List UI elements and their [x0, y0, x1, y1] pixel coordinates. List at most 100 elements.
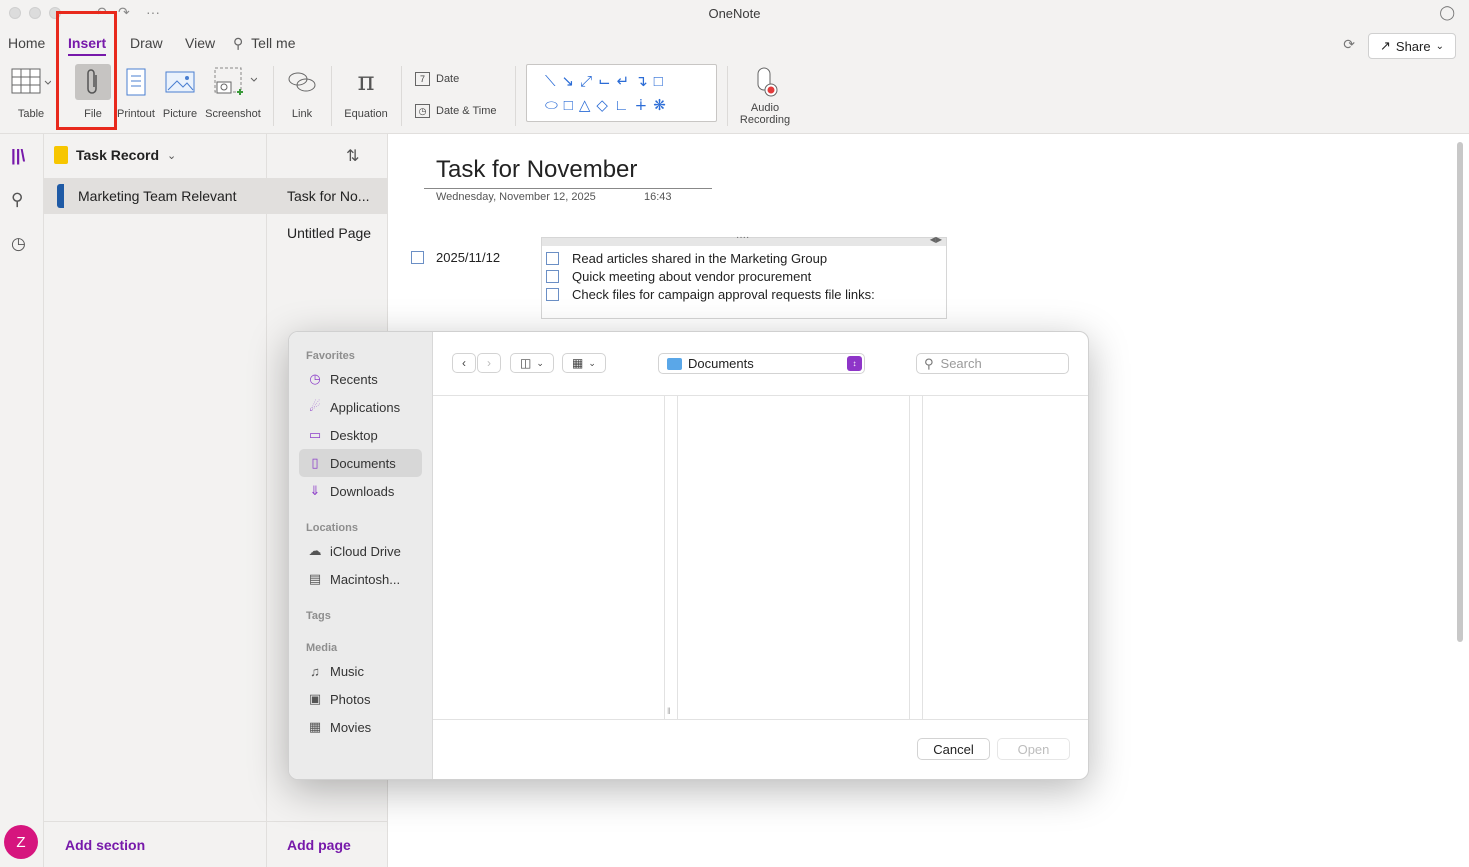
sidebar-item-applications[interactable]: ☄ Applications — [299, 393, 422, 421]
link-icon — [287, 64, 317, 100]
sidebar-item-documents[interactable]: ▯ Documents — [299, 449, 422, 477]
camera-icon: ▣ — [308, 691, 322, 706]
chevron-down-icon: ⌄ — [536, 357, 544, 368]
resize-arrows-icon[interactable]: ◀▶ — [930, 235, 942, 244]
todo-text[interactable]: Quick meeting about vendor procurement — [572, 269, 811, 284]
todo-checkbox[interactable] — [546, 288, 559, 301]
title-underline — [424, 188, 712, 189]
folder-icon — [667, 357, 682, 370]
view-mode-button[interactable]: ◫ ⌄ — [510, 353, 554, 373]
page-item[interactable]: Task for No... — [267, 178, 387, 214]
search-input[interactable]: ⚲ Search — [916, 353, 1069, 374]
sidebar-item-photos[interactable]: ▣ Photos — [299, 685, 422, 713]
search-placeholder: Search — [940, 356, 982, 371]
note-container[interactable]: ···· ◀▶ Read articles shared in the Mark… — [541, 232, 947, 319]
shapes-gallery[interactable]: ⟍↘⤢⌙↵↴□ ⬭□△◇∟∔❋ — [526, 64, 717, 122]
line-shapes-row[interactable]: ⟍↘⤢⌙↵↴□ — [545, 72, 669, 90]
sidebar-item-label: Recents — [330, 371, 378, 387]
file-open-dialog: Favorites ◷ Recents ☄ Applications ▭ Des… — [288, 331, 1089, 780]
media-heading: Media — [306, 642, 338, 654]
sidebar-item-label: Music — [330, 663, 364, 679]
share-icon: ↗ — [1380, 38, 1391, 53]
up-down-arrows-icon: ↕ — [847, 356, 862, 371]
search-icon[interactable]: ⚲ — [11, 190, 23, 210]
page-item[interactable]: Untitled Page — [267, 215, 387, 251]
tab-view[interactable]: View — [185, 35, 215, 51]
tell-me-button[interactable]: ⚲ Tell me — [233, 35, 296, 52]
todo-item[interactable]: Quick meeting about vendor procurement — [546, 269, 811, 284]
add-section-button[interactable]: Add section — [65, 837, 145, 853]
columns-icon: ◫ — [520, 356, 532, 370]
share-button[interactable]: ↗ Share ⌄ — [1368, 33, 1456, 59]
cancel-button[interactable]: Cancel — [917, 738, 990, 760]
printout-button[interactable]: Printout — [115, 64, 157, 120]
table-button[interactable]: Table — [10, 64, 52, 120]
sync-icon[interactable]: ⟳ — [1343, 36, 1355, 53]
forward-button[interactable]: › — [477, 353, 501, 373]
equation-label: Equation — [344, 108, 388, 120]
todo-checkbox[interactable] — [411, 251, 424, 264]
sidebar-item-macintosh[interactable]: ▤ Macintosh... — [299, 565, 422, 593]
todo-item[interactable]: Check files for campaign approval reques… — [546, 287, 875, 302]
date-time-button[interactable]: ◷ Date & Time — [415, 104, 497, 118]
sections-pane: Task Record ⌄ Marketing Team Relevant Ad… — [44, 134, 267, 867]
sidebar-item-movies[interactable]: ▦ Movies — [299, 713, 422, 741]
todo-item[interactable]: Read articles shared in the Marketing Gr… — [546, 251, 827, 266]
sidebar-item-icloud-drive[interactable]: ☁ iCloud Drive — [299, 537, 422, 565]
tab-draw[interactable]: Draw — [130, 35, 163, 51]
calendar-icon: 7 — [415, 72, 430, 86]
column-divider[interactable] — [909, 396, 910, 719]
sidebar-item-label: Photos — [330, 691, 371, 707]
sidebar-item-desktop[interactable]: ▭ Desktop — [299, 421, 422, 449]
todo-text[interactable]: Check files for campaign approval reques… — [572, 287, 875, 302]
column-divider[interactable] — [677, 396, 678, 719]
favorites-heading: Favorites — [306, 350, 355, 362]
canvas-scrollbar[interactable] — [1457, 142, 1463, 642]
location-selector[interactable]: Documents ↕ — [658, 353, 865, 374]
date-button[interactable]: 7 Date — [415, 72, 459, 86]
container-handle[interactable]: ···· ◀▶ — [542, 232, 946, 246]
notebooks-icon[interactable]: ||\ — [11, 146, 25, 166]
sidebar-item-label: Movies — [330, 719, 372, 735]
group-by-button[interactable]: ▦ ⌄ — [562, 353, 606, 373]
audio-recording-button[interactable]: Audio Recording — [737, 64, 793, 126]
audio-recording-label: Audio Recording — [740, 102, 790, 126]
sidebar-item-recents[interactable]: ◷ Recents — [299, 365, 422, 393]
todo-text[interactable]: Read articles shared in the Marketing Gr… — [572, 251, 827, 266]
todo-checkbox[interactable] — [546, 270, 559, 283]
drag-handle-icon[interactable]: ···· — [736, 232, 749, 243]
equation-button[interactable]: π Equation — [342, 64, 390, 120]
back-button[interactable]: ‹ — [452, 353, 476, 373]
picture-button[interactable]: Picture — [160, 64, 200, 120]
avatar[interactable]: Z — [4, 825, 38, 859]
section-item[interactable]: Marketing Team Relevant — [44, 178, 266, 214]
sidebar-item-music[interactable]: ♫ Music — [299, 657, 422, 685]
link-button[interactable]: Link — [285, 64, 319, 120]
screenshot-button[interactable]: Screenshot — [203, 64, 263, 120]
open-button[interactable]: Open — [997, 738, 1070, 760]
ribbon-divider — [331, 66, 332, 126]
sidebar-item-downloads[interactable]: ⇓ Downloads — [299, 477, 422, 505]
account-icon[interactable]: ◯ — [1439, 4, 1455, 21]
lightbulb-icon: ⚲ — [233, 35, 244, 51]
page-title[interactable]: Task for November — [436, 156, 637, 184]
notebook-selector[interactable]: Task Record ⌄ — [54, 146, 176, 164]
basic-shapes-row[interactable]: ⬭□△◇∟∔❋ — [545, 96, 672, 114]
date-label: Date — [436, 73, 460, 85]
add-page-button[interactable]: Add page — [287, 837, 351, 853]
tab-home[interactable]: Home — [8, 35, 45, 51]
music-icon: ♫ — [310, 663, 320, 679]
column-divider[interactable] — [922, 396, 923, 719]
applications-icon: ☄ — [309, 399, 321, 414]
ribbon-tabs: Home Insert Draw View ⚲ Tell me ⟳ ↗ Shar… — [0, 28, 1469, 60]
sort-pages-icon[interactable]: ⇅ — [346, 146, 359, 166]
recent-icon[interactable]: ◷ — [11, 234, 26, 254]
todo-checkbox[interactable] — [546, 252, 559, 265]
audio-label-line1: Audio — [750, 102, 780, 114]
column-divider[interactable] — [664, 396, 665, 719]
sidebar-item-label: iCloud Drive — [330, 543, 401, 559]
ribbon-divider — [727, 66, 728, 126]
note-date-text[interactable]: 2025/11/12 — [436, 250, 500, 265]
column-resize-grip[interactable]: ‖ — [667, 706, 671, 716]
chevron-down-icon: ⌄ — [1435, 40, 1444, 52]
